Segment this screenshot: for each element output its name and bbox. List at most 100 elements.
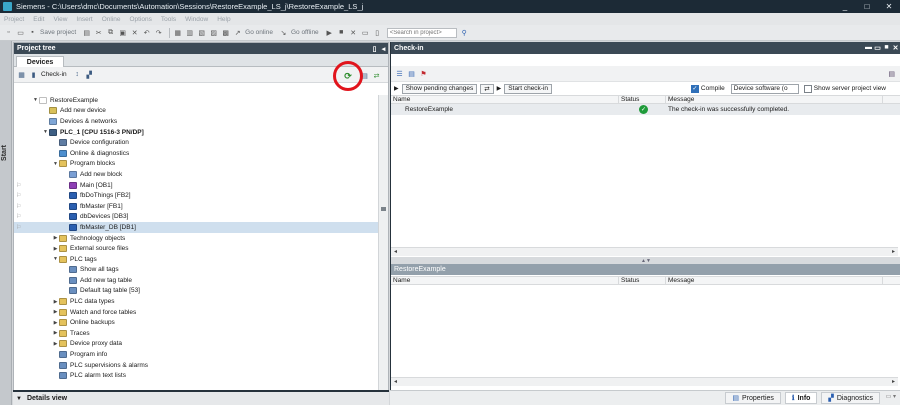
tab-diagnostics[interactable]: ▞ Diagnostics bbox=[821, 392, 880, 404]
menu-edit[interactable]: Edit bbox=[33, 16, 44, 23]
expand-arrow-icon[interactable]: ▶ bbox=[52, 235, 59, 241]
tree-item[interactable]: ▼ PLC_1 [CPU 1516-3 PN/DP] bbox=[14, 127, 380, 138]
refresh-button[interactable]: ⟳ bbox=[333, 61, 363, 91]
pane-pin-icon[interactable]: ▯ bbox=[370, 45, 379, 53]
column-message[interactable]: Message bbox=[666, 96, 883, 103]
sub-column-message[interactable]: Message bbox=[666, 277, 883, 284]
tree-item[interactable]: PLC alarm text lists bbox=[14, 370, 380, 381]
checkin-icon[interactable]: ▮ bbox=[29, 70, 38, 79]
checkin-button[interactable]: Check-in bbox=[41, 71, 67, 78]
menu-help[interactable]: Help bbox=[217, 16, 230, 23]
expand-arrow-icon[interactable]: ▶ bbox=[52, 299, 59, 305]
tree-item[interactable]: ▶ Technology objects bbox=[14, 233, 380, 244]
menu-tools[interactable]: Tools bbox=[161, 16, 176, 23]
collapse-arrow-icon[interactable]: ▼ bbox=[42, 129, 49, 135]
copy-icon[interactable]: ⧉ bbox=[106, 28, 115, 37]
tree-item[interactable]: ⚐ fbDoThings [FB2] bbox=[14, 190, 380, 201]
tree-item[interactable]: ▶ PLC data types bbox=[14, 296, 380, 307]
collapse-arrow-icon[interactable]: ▼ bbox=[52, 256, 59, 262]
tree-item[interactable]: ▼ Program blocks bbox=[14, 159, 380, 170]
go-offline-button[interactable]: Go offline bbox=[291, 29, 319, 36]
search-binoculars-icon[interactable]: ⚲ bbox=[460, 28, 469, 37]
maximize-button[interactable]: □ bbox=[856, 2, 878, 11]
tree-item[interactable]: ▶ Watch and force tables bbox=[14, 307, 380, 318]
tree-item[interactable]: ▶ Device proxy data bbox=[14, 339, 380, 350]
tree-vertical-scrollbar[interactable] bbox=[378, 95, 388, 392]
details-view-bar[interactable]: ▼ Details view bbox=[13, 390, 389, 405]
compile-checkbox[interactable]: ✓ bbox=[690, 84, 699, 93]
tree-item[interactable]: ⚐ Main [OB1] bbox=[14, 180, 380, 191]
redo-icon[interactable]: ↷ bbox=[154, 28, 163, 37]
tree-item[interactable]: ▶ Online backups bbox=[14, 317, 380, 328]
download-icon[interactable]: ▥ bbox=[185, 28, 194, 37]
sub-grid-horizontal-scrollbar[interactable]: ◂ ▸ bbox=[391, 377, 898, 386]
tree-view-icon[interactable]: ▤ bbox=[407, 69, 416, 78]
start-cpu-icon[interactable]: ▶ bbox=[325, 28, 334, 37]
tree-item[interactable]: Add new tag table bbox=[14, 275, 380, 286]
scroll-right-icon[interactable]: ▸ bbox=[892, 378, 895, 385]
delete-icon[interactable]: ✕ bbox=[130, 28, 139, 37]
start-checkin-button[interactable]: Start check-in bbox=[504, 83, 553, 94]
sub-column-name[interactable]: Name bbox=[391, 277, 619, 284]
tree-item[interactable]: Default tag table [53] bbox=[14, 286, 380, 297]
cut-icon[interactable]: ✂ bbox=[94, 28, 103, 37]
pane-float-icon[interactable]: ▭ bbox=[873, 44, 882, 52]
tab-properties[interactable]: ▤ Properties bbox=[725, 392, 781, 404]
tree-item[interactable]: ▼ PLC tags bbox=[14, 254, 380, 265]
pane-close-icon[interactable]: ✕ bbox=[891, 44, 900, 52]
upload-icon[interactable]: ▧ bbox=[197, 28, 206, 37]
tree-item[interactable]: ▼ RestoreExample bbox=[14, 95, 380, 106]
tree-item[interactable]: Program info bbox=[14, 349, 380, 360]
multiuser-icon[interactable]: ▦ bbox=[17, 70, 26, 79]
pane-maximize-icon[interactable]: ■ bbox=[882, 44, 891, 52]
cross-reference-icon[interactable]: ✕ bbox=[349, 28, 358, 37]
menu-project[interactable]: Project bbox=[4, 16, 24, 23]
menu-insert[interactable]: Insert bbox=[76, 16, 92, 23]
tree-item[interactable]: Device configuration bbox=[14, 137, 380, 148]
compile-mode-select[interactable]: Device software (o bbox=[730, 83, 799, 94]
undo-icon[interactable]: ↶ bbox=[142, 28, 151, 37]
column-status[interactable]: Status bbox=[619, 96, 666, 103]
open-project-icon[interactable]: ▭ bbox=[16, 28, 25, 37]
expand-arrow-icon[interactable]: ▶ bbox=[52, 341, 59, 347]
column-name[interactable]: Name bbox=[391, 96, 619, 103]
collapse-arrow-icon[interactable]: ▼ bbox=[52, 161, 59, 167]
tree-item[interactable]: Devices & networks bbox=[14, 116, 380, 127]
tree-item[interactable]: ▶ External source files bbox=[14, 243, 380, 254]
minimize-button[interactable]: _ bbox=[834, 2, 856, 11]
flag-icon[interactable]: ⚑ bbox=[419, 69, 428, 78]
tree-item[interactable]: PLC supervisions & alarms bbox=[14, 360, 380, 371]
table-row[interactable]: RestoreExample ✓ The check-in was succes… bbox=[391, 104, 900, 115]
menu-options[interactable]: Options bbox=[129, 16, 151, 23]
scroll-right-icon[interactable]: ▸ bbox=[892, 248, 895, 255]
tree-item[interactable]: ⚐ dbDevices [DB3] bbox=[14, 212, 380, 223]
close-button[interactable]: ✕ bbox=[878, 2, 900, 11]
scrollbar-thumb[interactable] bbox=[381, 207, 386, 211]
show-pending-changes-button[interactable]: Show pending changes bbox=[401, 83, 478, 94]
tree-item[interactable]: ⚐ fbMaster [FB1] bbox=[14, 201, 380, 212]
tree-item[interactable]: Add new block bbox=[14, 169, 380, 180]
grid-horizontal-scrollbar[interactable]: ◂ ▸ bbox=[391, 247, 898, 256]
expand-arrow-icon[interactable]: ▶ bbox=[52, 246, 59, 252]
pane-minimize-icon[interactable]: ▬ bbox=[864, 44, 873, 52]
show-server-view-checkbox[interactable] bbox=[803, 84, 812, 93]
tree-item[interactable]: Online & diagnostics bbox=[14, 148, 380, 159]
sort-icon[interactable]: ↕ bbox=[73, 70, 82, 79]
go-offline-icon[interactable]: ↘ bbox=[279, 28, 288, 37]
go-online-button[interactable]: Go online bbox=[245, 29, 273, 36]
paste-icon[interactable]: ▣ bbox=[118, 28, 127, 37]
save-project-button[interactable]: Save project bbox=[40, 29, 76, 36]
save-icon[interactable]: ▪ bbox=[28, 28, 37, 37]
search-in-project[interactable] bbox=[386, 27, 457, 38]
filter-icon[interactable]: ▞ bbox=[85, 70, 94, 79]
go-online-icon[interactable]: ↗ bbox=[233, 28, 242, 37]
inspector-pane-controls-icon[interactable]: ▭ ▾ bbox=[886, 393, 896, 400]
expand-arrow-icon[interactable]: ▶ bbox=[52, 309, 59, 315]
tree-item[interactable]: Show all tags bbox=[14, 265, 380, 276]
accessible-devices-icon[interactable]: ▩ bbox=[221, 28, 230, 37]
start-side-tab[interactable]: Start bbox=[0, 41, 12, 405]
tree-item[interactable]: ▶ Traces bbox=[14, 328, 380, 339]
scroll-left-icon[interactable]: ◂ bbox=[394, 248, 397, 255]
sub-column-status[interactable]: Status bbox=[619, 277, 666, 284]
scroll-left-icon[interactable]: ◂ bbox=[394, 378, 397, 385]
